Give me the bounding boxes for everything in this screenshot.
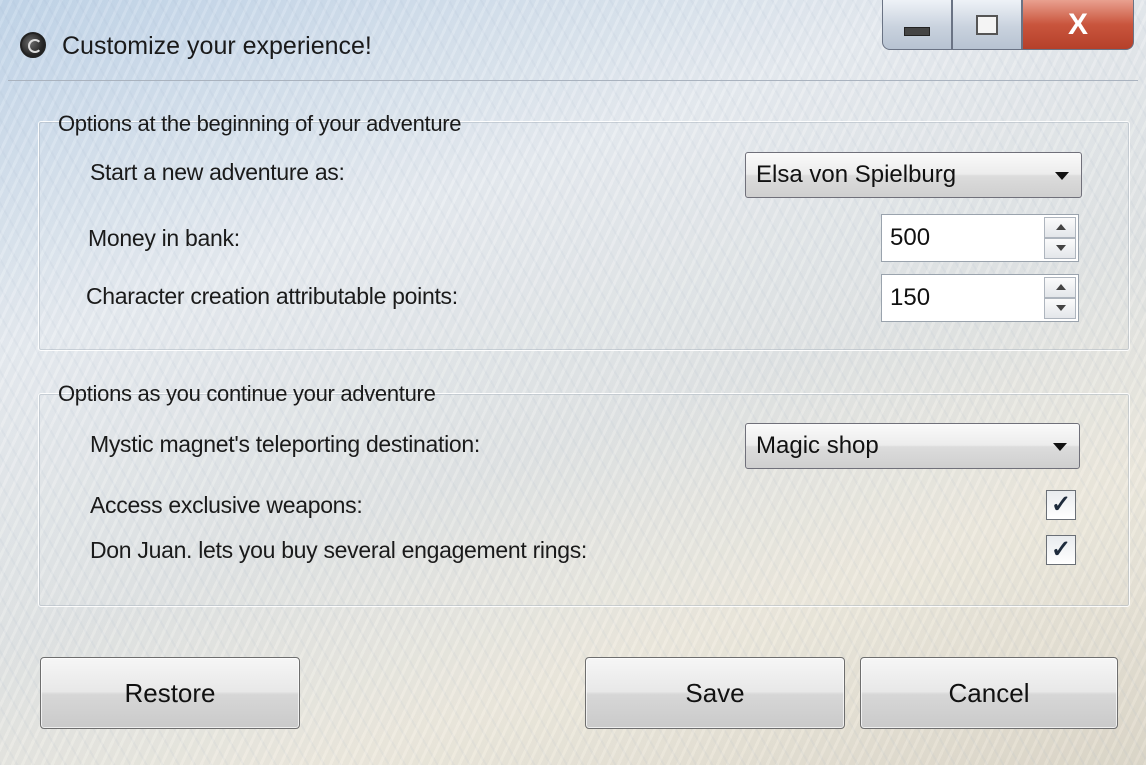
- teleport-select[interactable]: Magic shop: [745, 423, 1080, 469]
- teleport-select-value: Magic shop: [756, 432, 879, 459]
- dialog-window: Customize your experience! X Options at …: [0, 0, 1146, 765]
- money-value: 500: [890, 224, 931, 251]
- start-options-group-title: Options at the beginning of your adventu…: [58, 111, 462, 136]
- restore-button[interactable]: Restore: [40, 657, 300, 729]
- money-decrement-button[interactable]: [1044, 238, 1076, 259]
- teleport-label: Mystic magnet's teleporting destination:: [90, 431, 480, 457]
- money-stepper[interactable]: 500: [881, 214, 1079, 262]
- continue-options-group-title: Options as you continue your adventure: [58, 381, 436, 406]
- maximize-button[interactable]: [952, 0, 1022, 50]
- character-label: Start a new adventure as:: [90, 159, 345, 185]
- weapons-label: Access exclusive weapons:: [90, 492, 363, 518]
- title-bar[interactable]: Customize your experience! X: [0, 0, 1146, 80]
- minimize-icon: [904, 27, 930, 36]
- points-stepper-buttons: [1044, 277, 1076, 319]
- caption-buttons: X: [882, 0, 1134, 56]
- money-label: Money in bank:: [88, 225, 240, 251]
- save-button[interactable]: Save: [585, 657, 845, 729]
- cancel-button[interactable]: Cancel: [860, 657, 1118, 729]
- minimize-button[interactable]: [882, 0, 952, 50]
- maximize-icon: [976, 14, 998, 35]
- points-label: Character creation attributable points:: [86, 283, 458, 309]
- chevron-down-icon: [1053, 443, 1067, 451]
- rings-checkbox[interactable]: ✓: [1046, 535, 1076, 565]
- close-button[interactable]: X: [1022, 0, 1134, 50]
- money-stepper-buttons: [1044, 217, 1076, 259]
- chevron-down-icon: [1055, 172, 1069, 180]
- window-title: Customize your experience!: [62, 32, 372, 60]
- points-stepper[interactable]: 150: [881, 274, 1079, 322]
- character-select[interactable]: Elsa von Spielburg: [745, 152, 1082, 198]
- points-value: 150: [890, 284, 931, 311]
- points-decrement-button[interactable]: [1044, 298, 1076, 319]
- checkmark-icon: ✓: [1051, 491, 1072, 518]
- weapons-checkbox[interactable]: ✓: [1046, 490, 1076, 520]
- checkmark-icon: ✓: [1051, 536, 1072, 563]
- points-increment-button[interactable]: [1044, 277, 1076, 298]
- close-icon: X: [1067, 7, 1088, 41]
- rings-label: Don Juan. lets you buy several engagemen…: [90, 537, 588, 563]
- money-increment-button[interactable]: [1044, 217, 1076, 238]
- character-select-value: Elsa von Spielburg: [756, 161, 957, 188]
- dialog-content: Options at the beginning of your adventu…: [8, 80, 1138, 759]
- app-icon[interactable]: [20, 32, 46, 58]
